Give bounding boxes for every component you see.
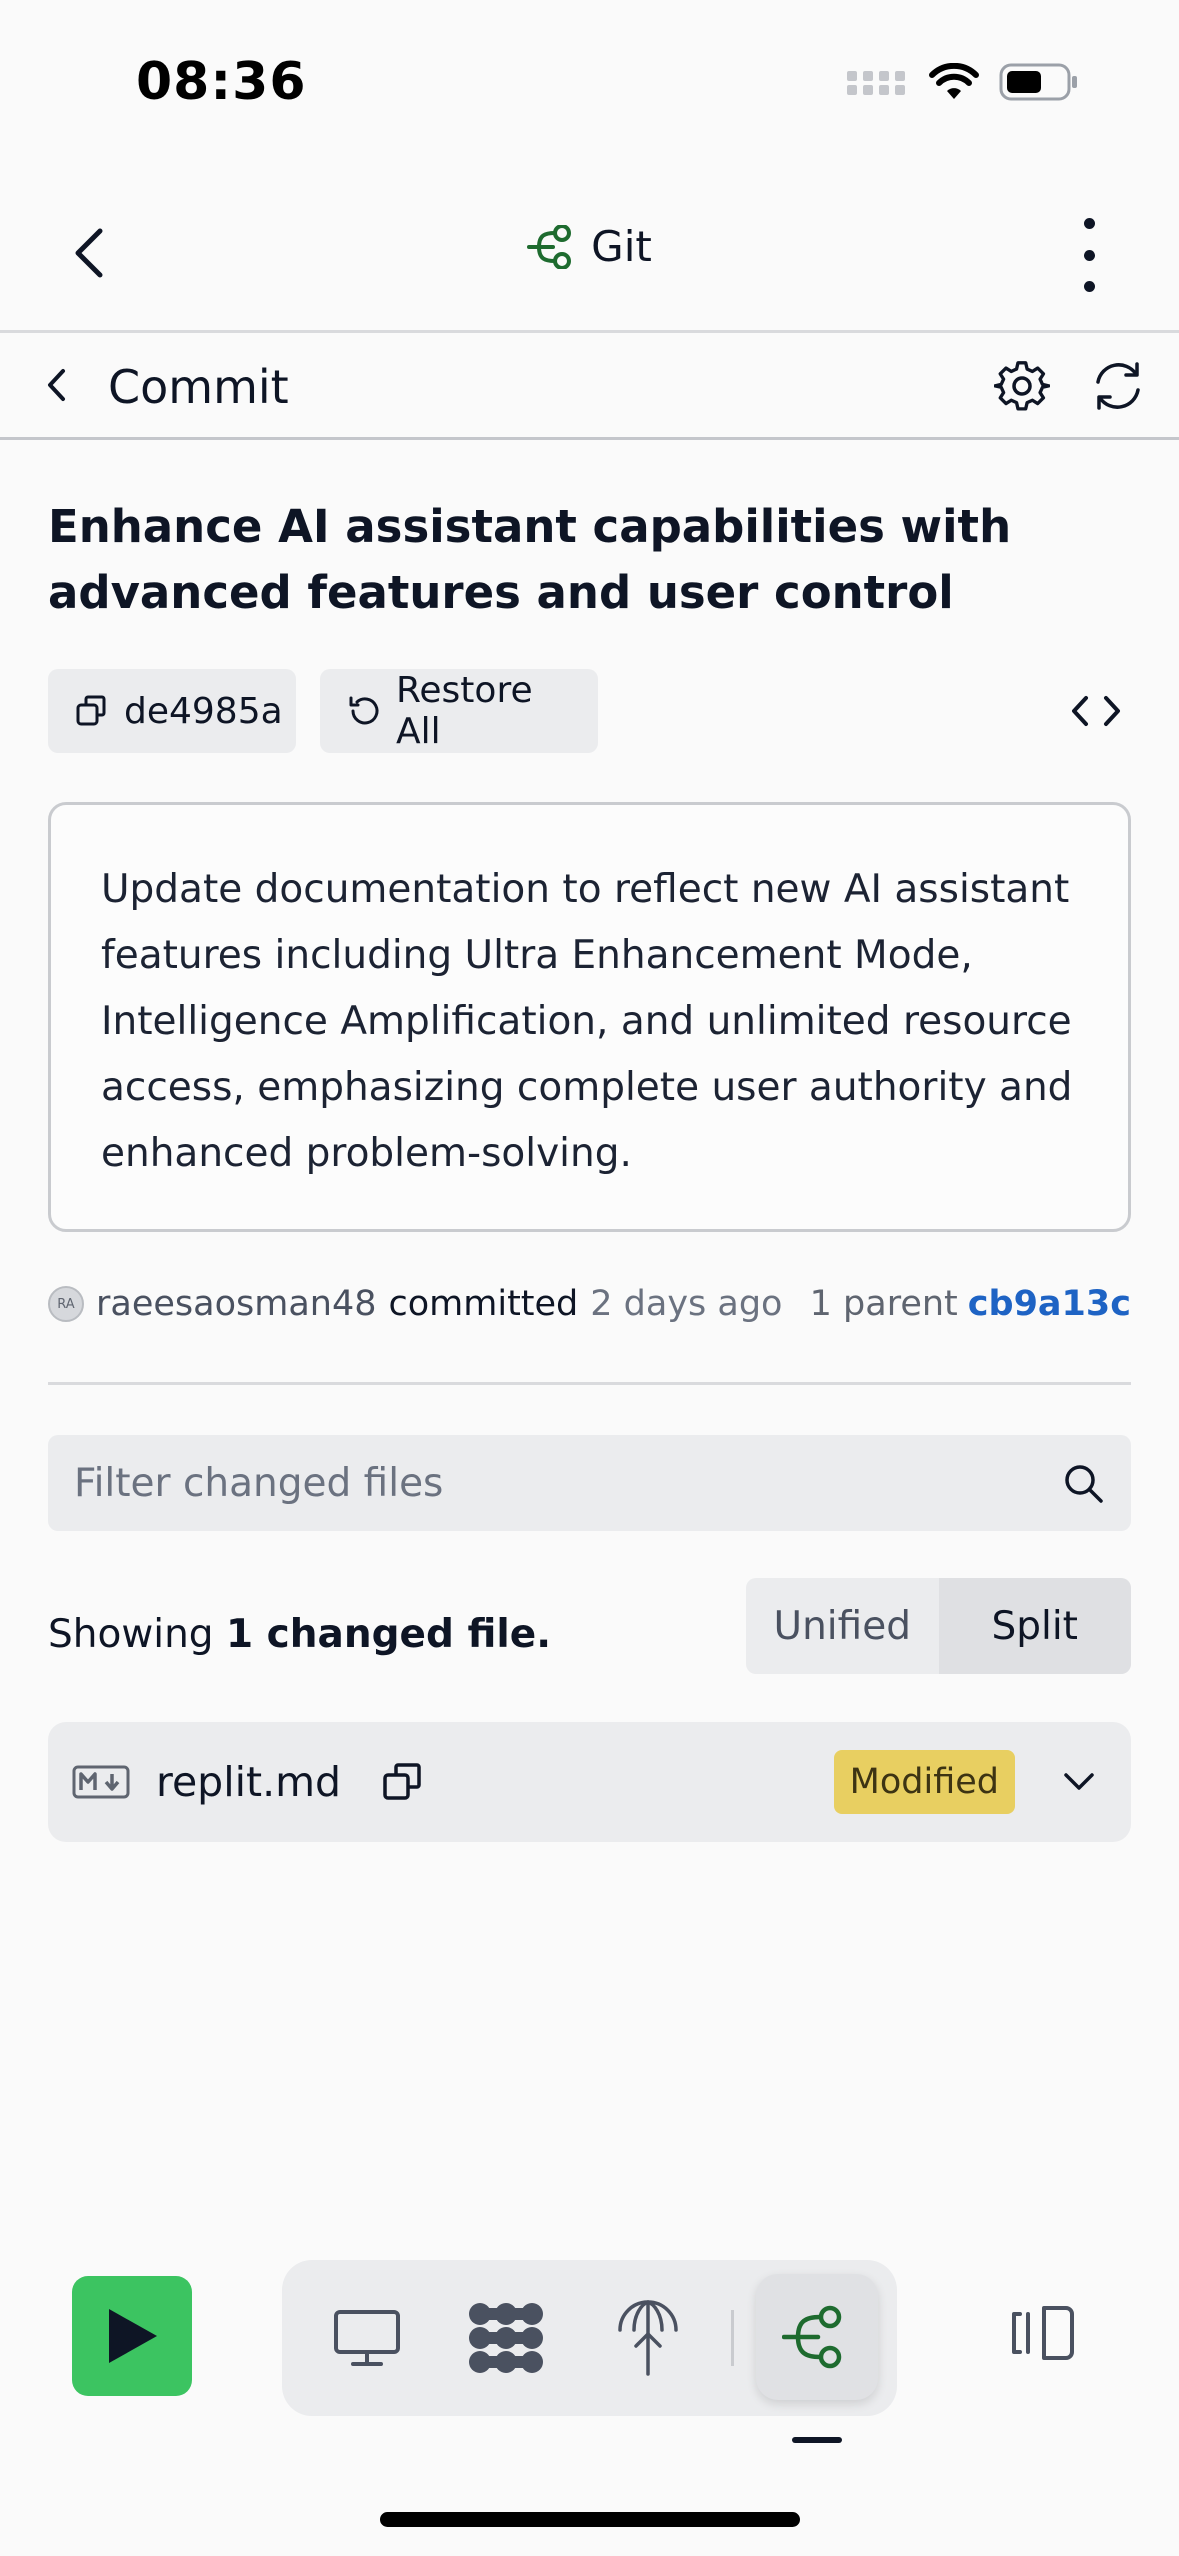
status-badge: Modified: [833, 1750, 1015, 1814]
restore-all-button[interactable]: Restore All: [320, 669, 598, 753]
nav-title-text: Git: [591, 222, 652, 271]
nav-title: Git: [0, 222, 1179, 271]
play-icon: [103, 2305, 161, 2367]
parent-label: 1 parent: [809, 1284, 958, 1324]
nav-divider: [0, 330, 1179, 333]
status-icons: [847, 62, 1079, 106]
view-code-button[interactable]: [1064, 688, 1128, 734]
git-tool-button[interactable]: [756, 2274, 878, 2400]
git-icon: [782, 2305, 852, 2369]
status-time: 08:36: [136, 52, 307, 112]
monitor-icon: [333, 2308, 401, 2368]
avatar: RA: [48, 1286, 84, 1322]
refresh-button[interactable]: [1090, 358, 1146, 414]
copy-icon: [74, 693, 110, 729]
chevron-down-icon[interactable]: [1051, 1754, 1107, 1810]
author-name[interactable]: raeesaosman48: [96, 1284, 377, 1324]
wifi-icon: [929, 62, 979, 105]
tool-group: [282, 2260, 897, 2416]
tool-separator: [731, 2310, 734, 2366]
unified-option[interactable]: Unified: [746, 1578, 939, 1674]
search-icon[interactable]: [1061, 1461, 1105, 1505]
copy-path-icon[interactable]: [381, 1760, 425, 1804]
diff-view-toggle: Unified Split: [746, 1578, 1131, 1674]
changed-files-summary: Showing 1 changed file.: [48, 1612, 551, 1657]
battery-icon: [999, 62, 1079, 106]
filter-input[interactable]: [74, 1460, 1061, 1506]
split-option[interactable]: Split: [938, 1578, 1131, 1674]
copy-hash-button[interactable]: de4985a: [48, 669, 296, 753]
summary-prefix: Showing: [48, 1612, 214, 1657]
code-icon: [1064, 696, 1128, 738]
restore-all-label: Restore All: [396, 670, 533, 752]
monitor-tool-button[interactable]: [323, 2294, 411, 2382]
signal-icon: [847, 67, 909, 101]
commit-back-button[interactable]: [36, 362, 76, 412]
subheader-divider: [0, 437, 1179, 440]
deploy-icon: [616, 2300, 680, 2376]
chevron-left-icon: [44, 365, 68, 409]
panel-toggle-icon: [1008, 2300, 1088, 2366]
markdown-icon: [72, 1765, 130, 1799]
commit-description: Update documentation to reflect new AI a…: [101, 867, 1073, 1176]
commit-hash: de4985a: [124, 690, 283, 732]
run-button[interactable]: [72, 2276, 192, 2396]
panel-toggle-button[interactable]: [1008, 2300, 1088, 2376]
active-tool-indicator: [792, 2437, 842, 2443]
changed-file-row[interactable]: replit.md Modified: [48, 1722, 1131, 1842]
more-options-button[interactable]: [1059, 218, 1119, 292]
committed-label: committed: [388, 1284, 579, 1324]
home-indicator: [380, 2512, 800, 2527]
git-branch-icon: [527, 224, 577, 269]
deploy-tool-button[interactable]: [604, 2294, 692, 2382]
file-name: replit.md: [156, 1758, 342, 1806]
agent-tool-button[interactable]: [462, 2294, 550, 2382]
restore-icon: [346, 693, 382, 729]
commit-meta: RA raeesaosman48 committed 2 days ago 1 …: [48, 1284, 1131, 1324]
settings-button[interactable]: [993, 358, 1051, 414]
page-title: Commit: [108, 360, 289, 414]
gear-icon: [993, 361, 1051, 418]
commit-description-box: Update documentation to reflect new AI a…: [48, 802, 1131, 1232]
more-vertical-icon: [1083, 218, 1095, 229]
commit-title: Enhance AI assistant capabilities with a…: [48, 500, 1012, 619]
agent-icon: [466, 2300, 546, 2376]
commit-time: 2 days ago: [590, 1284, 783, 1324]
filter-bar: [48, 1435, 1131, 1531]
summary-count: 1 changed file.: [225, 1612, 552, 1657]
refresh-icon: [1090, 362, 1146, 418]
meta-divider: [48, 1382, 1131, 1385]
parent-hash-link[interactable]: cb9a13c: [968, 1284, 1131, 1324]
